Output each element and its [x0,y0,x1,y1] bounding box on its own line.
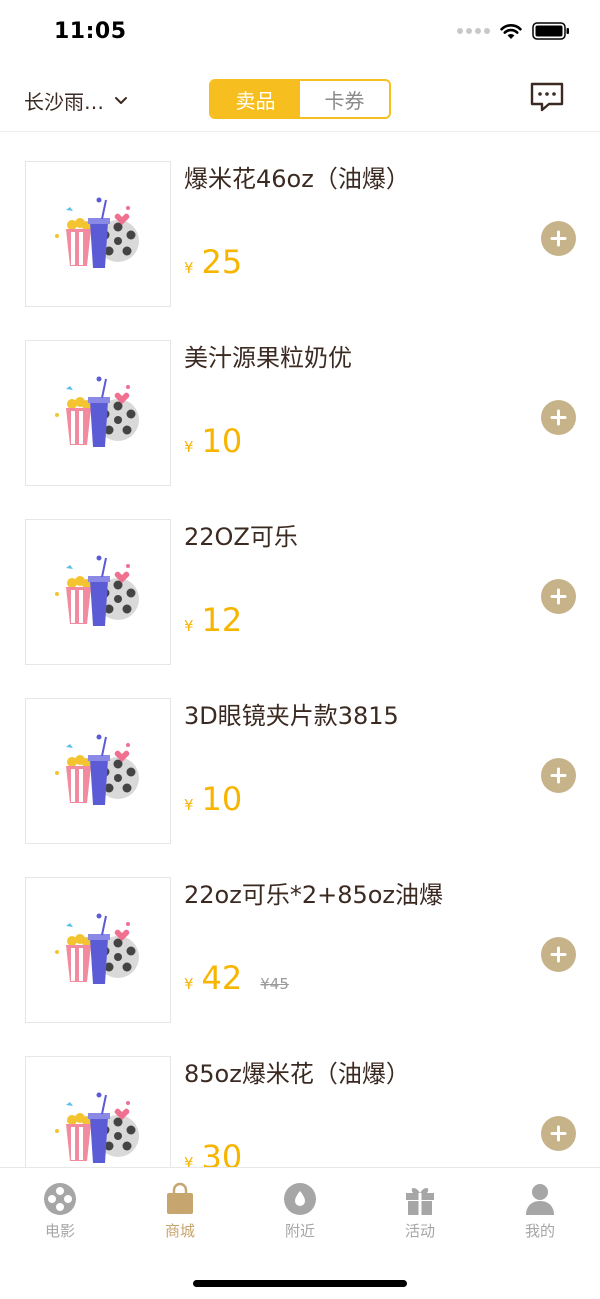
status-time: 11:05 [54,19,127,44]
price-value: 30 [201,1138,243,1167]
city-selector[interactable]: 长沙雨… [24,86,128,115]
wifi-icon [500,23,522,39]
currency-symbol: ¥ [184,1154,194,1167]
tab-label: 我的 [524,1222,555,1240]
tab-label: 活动 [404,1222,435,1240]
shopping-bag-icon [167,1182,193,1214]
plus-icon [550,588,567,605]
tab-bar: 电影 商城 附近 活动 我的 [0,1167,600,1299]
gift-icon [406,1188,434,1215]
status-bar: 11:05 [0,0,600,66]
product-name: 85oz爆米花（油爆） [184,1060,410,1088]
chevron-down-icon [115,96,127,104]
tab-nearby[interactable]: 附近 [260,1182,340,1241]
add-to-cart-button[interactable] [541,400,576,435]
tab-label: 商城 [164,1222,195,1240]
plus-icon [550,409,567,426]
product-item[interactable]: 爆米花46oz（油爆） ¥ 25 [0,133,600,312]
original-price: ¥45 [260,975,289,993]
product-image [25,340,171,486]
add-to-cart-button[interactable] [541,579,576,614]
tab-coupons[interactable]: 卡券 [300,81,389,117]
tab-snacks[interactable]: 卖品 [211,81,300,117]
user-icon [526,1184,554,1215]
add-to-cart-button[interactable] [541,221,576,256]
product-name: 3D眼镜夹片款3815 [184,702,399,730]
add-to-cart-button[interactable] [541,1116,576,1151]
product-item[interactable]: 22OZ可乐 ¥ 12 [0,491,600,670]
price-value: 25 [201,243,243,281]
price-value: 10 [201,780,243,818]
product-item[interactable]: 3D眼镜夹片款3815 ¥ 10 [0,670,600,849]
tab-label: 电影 [44,1222,75,1240]
product-image [25,519,171,665]
product-image [25,161,171,307]
product-item[interactable]: 美汁源果粒奶优 ¥ 10 [0,312,600,491]
nav-bar: 长沙雨… 卖品 卡券 [0,66,600,132]
status-icons [457,22,570,40]
price: ¥ 25 [184,243,242,281]
price: ¥ 12 [184,601,242,639]
film-reel-icon [44,1183,76,1215]
price-value: 42 [201,959,243,997]
tab-activities[interactable]: 活动 [380,1182,460,1241]
location-icon [284,1183,316,1215]
plus-icon [550,946,567,963]
product-image [25,877,171,1023]
price: ¥ 30 [184,1138,242,1167]
tab-profile[interactable]: 我的 [500,1182,580,1241]
tab-mall[interactable]: 商城 [140,1182,220,1241]
price-value: 12 [201,601,243,639]
message-icon[interactable] [530,82,564,116]
product-list: 爆米花46oz（油爆） ¥ 25 美汁源果粒奶优 ¥ 10 22OZ可乐 ¥ 1… [0,133,600,1167]
add-to-cart-button[interactable] [541,937,576,972]
price: ¥ 42 ¥45 [184,959,289,997]
segment-control: 卖品 卡券 [209,79,391,119]
price-value: 10 [201,422,243,460]
currency-symbol: ¥ [184,259,194,277]
currency-symbol: ¥ [184,617,194,635]
currency-symbol: ¥ [184,796,194,814]
plus-icon [550,230,567,247]
product-name: 22oz可乐*2+85oz油爆 [184,881,444,909]
product-image [25,698,171,844]
plus-icon [550,767,567,784]
currency-symbol: ¥ [184,975,194,993]
product-image [25,1056,171,1167]
tab-movies[interactable]: 电影 [20,1182,100,1241]
city-name: 长沙雨… [24,90,104,114]
signal-icon [457,28,490,34]
price: ¥ 10 [184,780,242,818]
add-to-cart-button[interactable] [541,758,576,793]
tab-label: 附近 [284,1222,315,1240]
product-item[interactable]: 85oz爆米花（油爆） ¥ 30 [0,1028,600,1167]
plus-icon [550,1125,567,1142]
product-item[interactable]: 22oz可乐*2+85oz油爆 ¥ 42 ¥45 [0,849,600,1028]
currency-symbol: ¥ [184,438,194,456]
battery-icon [532,22,569,40]
price: ¥ 10 [184,422,242,460]
home-indicator [193,1280,407,1287]
product-name: 22OZ可乐 [184,523,298,551]
product-name: 爆米花46oz（油爆） [184,165,410,193]
product-name: 美汁源果粒奶优 [184,344,352,372]
